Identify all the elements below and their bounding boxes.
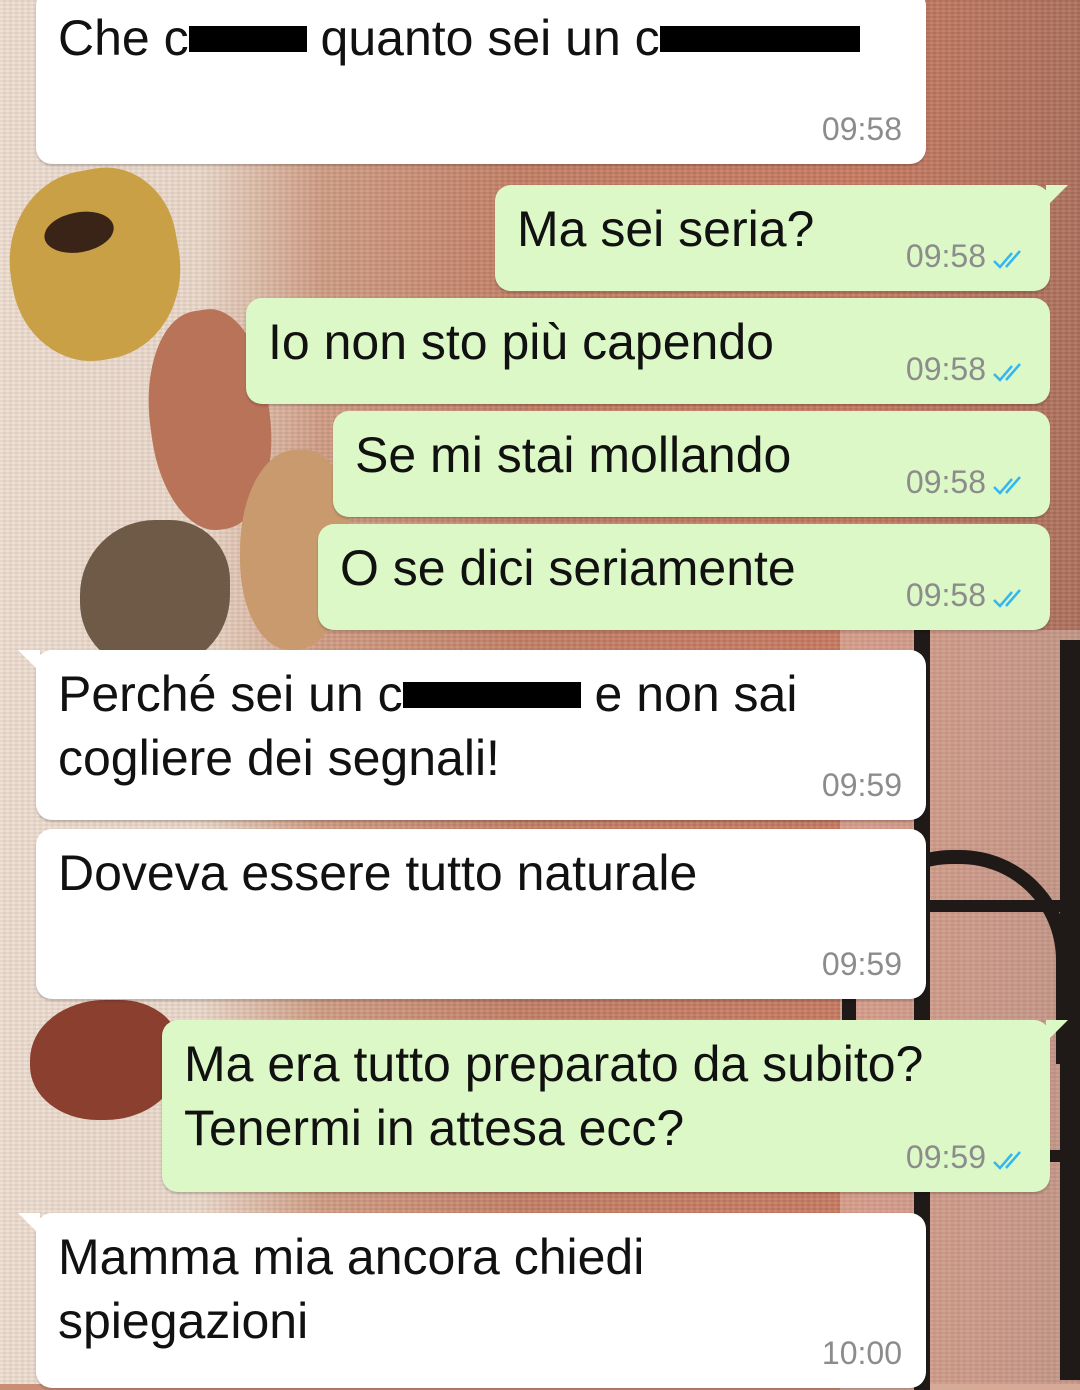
message-bubble-outgoing[interactable]: Io non sto più capendo 09:58 [246, 298, 1050, 404]
message-text: Doveva essere tutto naturale [58, 845, 698, 901]
message-time: 10:00 [821, 1335, 902, 1371]
message-time: 09:59 [905, 1139, 986, 1175]
message-text-fragment: Perché sei un c [58, 666, 403, 722]
message-text: Ma sei seria? [517, 201, 815, 257]
redaction-bar [659, 25, 860, 52]
message-text: Ma era tutto preparato da subito? Tenerm… [184, 1032, 923, 1160]
message-time: 09:59 [821, 767, 902, 803]
redaction-bar [402, 681, 581, 708]
message-time: 09:58 [905, 577, 986, 613]
message-text: Mamma mia ancora chiedi spiegazioni [58, 1225, 644, 1353]
double-check-icon [993, 250, 1021, 269]
chat-message-list[interactable]: Che c quanto sei un c 09:58 Ma sei seria… [0, 0, 1080, 1388]
double-check-icon [993, 589, 1021, 608]
message-bubble-incoming[interactable]: Doveva essere tutto naturale 09:59 [36, 829, 926, 999]
message-bubble-outgoing[interactable]: Ma era tutto preparato da subito? Tenerm… [162, 1020, 1068, 1192]
message-text: Io non sto più capendo [268, 314, 774, 370]
message-time: 09:58 [905, 238, 986, 274]
message-text-line: Mamma mia ancora chiedi [58, 1229, 645, 1285]
message-time: 09:58 [905, 464, 986, 500]
message-text: Se mi stai mollando [355, 427, 792, 483]
message-text: Perché sei un c e non sai cogliere dei s… [58, 662, 797, 790]
double-check-icon [993, 476, 1021, 495]
message-text-fragment: Che c [58, 10, 189, 66]
message-bubble-outgoing[interactable]: Se mi stai mollando 09:58 [333, 411, 1050, 517]
message-bubble-incoming[interactable]: Che c quanto sei un c 09:58 [36, 0, 926, 164]
message-text: O se dici seriamente [340, 540, 796, 596]
redaction-bar [188, 25, 307, 52]
message-bubble-incoming[interactable]: Mamma mia ancora chiedi spiegazioni 10:0… [18, 1213, 926, 1388]
double-check-icon [993, 1151, 1021, 1170]
message-time: 09:59 [821, 946, 902, 982]
message-text: Che c quanto sei un c [58, 6, 860, 70]
message-time: 09:58 [905, 351, 986, 387]
double-check-icon [993, 363, 1021, 382]
message-text-line: Ma era tutto preparato da subito? [184, 1036, 924, 1092]
message-text-fragment: quanto sei un c [306, 10, 660, 66]
message-bubble-outgoing[interactable]: Ma sei seria? 09:58 [495, 185, 1068, 291]
message-bubble-outgoing[interactable]: O se dici seriamente 09:58 [318, 524, 1050, 630]
message-bubble-incoming[interactable]: Perché sei un c e non sai cogliere dei s… [18, 650, 926, 820]
message-text-line: cogliere dei segnali! [58, 730, 500, 786]
message-text-line: Tenermi in attesa ecc? [184, 1100, 685, 1156]
message-text-fragment: e non sai [580, 666, 798, 722]
message-text-line: spiegazioni [58, 1293, 309, 1349]
message-time: 09:58 [821, 111, 902, 147]
